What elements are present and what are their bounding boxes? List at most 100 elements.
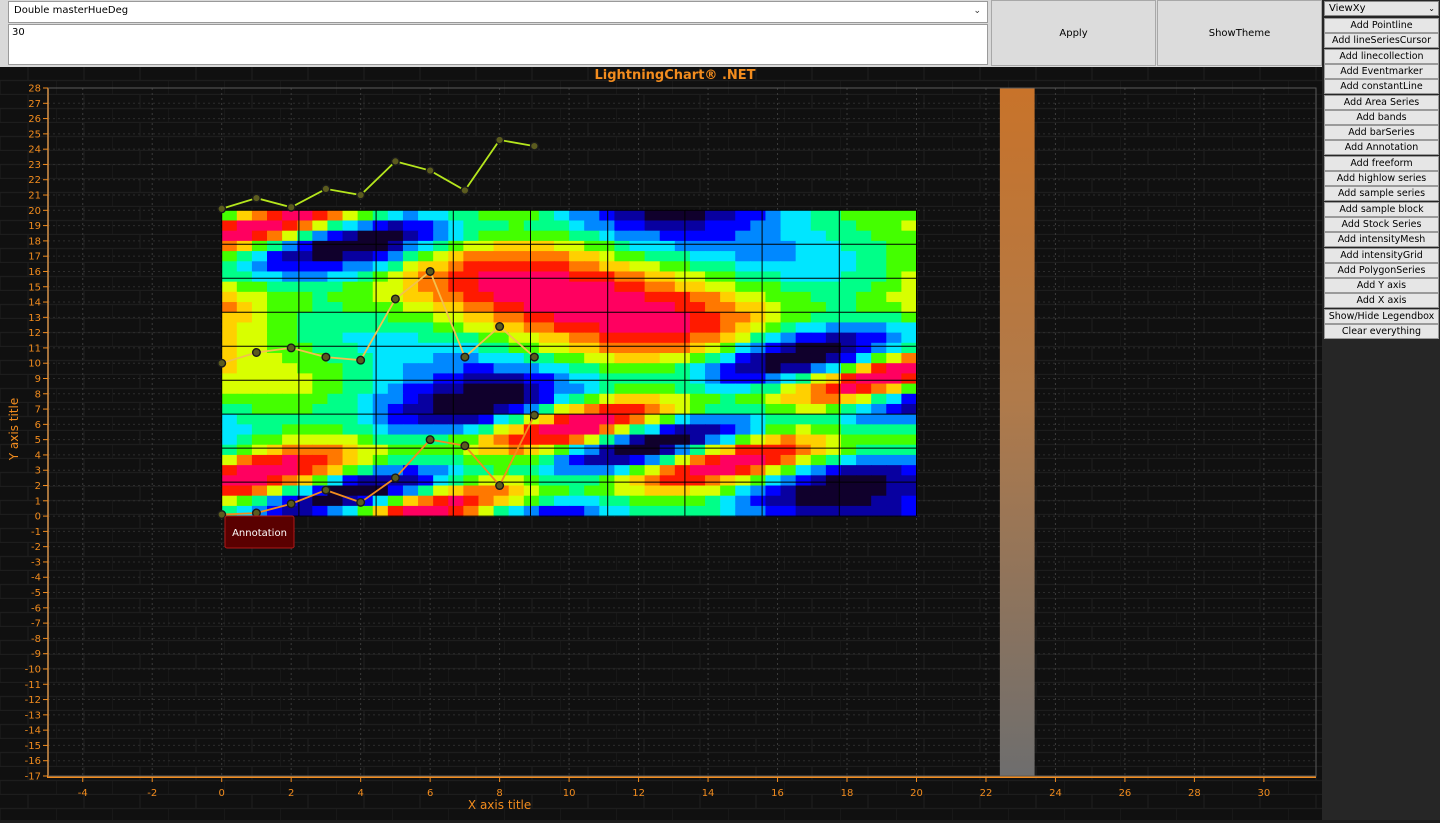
panel-button-add-freeform[interactable]: Add freeform bbox=[1324, 156, 1439, 171]
panel-button-add-pointline[interactable]: Add Pointline bbox=[1324, 18, 1439, 33]
intensity-cell bbox=[886, 424, 902, 435]
panel-button-add-sample-block[interactable]: Add sample block bbox=[1324, 202, 1439, 217]
panel-button-add-intensitygrid[interactable]: Add intensityGrid bbox=[1324, 248, 1439, 263]
y-tick-label: 4 bbox=[35, 450, 41, 461]
panel-button-clear-everything[interactable]: Clear everything bbox=[1324, 324, 1439, 339]
series-2-point[interactable] bbox=[496, 482, 504, 490]
band-rect[interactable] bbox=[1000, 88, 1035, 776]
panel-button-add-annotation[interactable]: Add Annotation bbox=[1324, 140, 1439, 155]
intensity-cell bbox=[267, 271, 283, 282]
series-1-point[interactable] bbox=[531, 353, 539, 361]
series-0-point[interactable] bbox=[496, 136, 504, 144]
intensity-cell bbox=[494, 302, 510, 313]
series-1-point[interactable] bbox=[357, 356, 365, 364]
apply-button[interactable]: Apply bbox=[991, 0, 1156, 66]
series-2-point[interactable] bbox=[531, 411, 539, 419]
series-0-point[interactable] bbox=[253, 194, 261, 202]
series-2-point[interactable] bbox=[287, 500, 295, 508]
intensity-cell bbox=[796, 231, 812, 242]
band[interactable] bbox=[1000, 88, 1035, 776]
panel-button-add-lineseriescursor[interactable]: Add lineSeriesCursor bbox=[1324, 33, 1439, 48]
series-1-point[interactable] bbox=[496, 323, 504, 331]
view-select[interactable]: ViewXy ⌄ bbox=[1324, 1, 1439, 16]
series-2-point[interactable] bbox=[357, 499, 365, 507]
series-2-point[interactable] bbox=[426, 436, 434, 444]
intensity-cell bbox=[403, 404, 419, 415]
x-tick-label: -2 bbox=[147, 788, 157, 799]
intensity-cell bbox=[584, 373, 600, 384]
series-2-point[interactable] bbox=[218, 511, 226, 519]
series-1-point[interactable] bbox=[253, 349, 261, 357]
series-1-point[interactable] bbox=[392, 295, 400, 303]
series-1-point[interactable] bbox=[461, 353, 469, 361]
intensity-cell bbox=[463, 292, 479, 303]
series-0-point[interactable] bbox=[322, 185, 330, 193]
y-tick-label: 19 bbox=[28, 221, 41, 232]
intensity-cell bbox=[539, 251, 555, 262]
chart-svg[interactable]: LightningChart® .NET Y axis title X axis… bbox=[0, 67, 1322, 820]
intensity-cell bbox=[569, 465, 585, 476]
panel-button-add-polygonseries[interactable]: Add PolygonSeries bbox=[1324, 263, 1439, 278]
intensity-cell bbox=[614, 322, 630, 333]
series-0-point[interactable] bbox=[357, 191, 365, 199]
value-input[interactable]: 30 bbox=[8, 24, 988, 65]
panel-button-add-stock-series[interactable]: Add Stock Series bbox=[1324, 217, 1439, 232]
intensity-cell bbox=[524, 231, 540, 242]
intensity-cell bbox=[524, 251, 540, 262]
intensity-cell bbox=[901, 373, 917, 384]
series-0-point[interactable] bbox=[392, 158, 400, 166]
intensity-cell bbox=[675, 221, 691, 232]
intensity-cell bbox=[463, 475, 479, 486]
series-1-point[interactable] bbox=[218, 359, 226, 367]
chart-area[interactable]: LightningChart® .NET Y axis title X axis… bbox=[0, 67, 1322, 820]
series-1-point[interactable] bbox=[322, 353, 330, 361]
panel-button-add-highlow-series[interactable]: Add highlow series bbox=[1324, 171, 1439, 186]
intensity-cell bbox=[599, 394, 615, 405]
series-1-point[interactable] bbox=[426, 268, 434, 276]
intensity-cell bbox=[781, 475, 797, 486]
intensity-cell bbox=[901, 475, 917, 486]
intensity-cell bbox=[886, 251, 902, 262]
series-0-point[interactable] bbox=[218, 205, 226, 213]
intensity-cell bbox=[222, 414, 238, 425]
intensity-cell bbox=[796, 475, 812, 486]
y-tick-label: -14 bbox=[25, 726, 41, 737]
show-theme-button[interactable]: ShowTheme bbox=[1157, 0, 1322, 66]
intensity-cell bbox=[267, 353, 283, 364]
series-2-point[interactable] bbox=[392, 474, 400, 482]
panel-button-add-x-axis[interactable]: Add X axis bbox=[1324, 293, 1439, 308]
intensity-cell bbox=[494, 445, 510, 456]
intensity-cell bbox=[569, 394, 585, 405]
intensity-cell bbox=[252, 465, 268, 476]
intensity-cell bbox=[463, 210, 479, 221]
panel-button-add-linecollection[interactable]: Add linecollection bbox=[1324, 49, 1439, 64]
panel-button-add-eventmarker[interactable]: Add Eventmarker bbox=[1324, 64, 1439, 79]
panel-button-add-bands[interactable]: Add bands bbox=[1324, 110, 1439, 125]
series-0-point[interactable] bbox=[287, 203, 295, 211]
y-tick-label: 20 bbox=[28, 206, 41, 217]
intensity-cell bbox=[252, 363, 268, 374]
panel-button-add-constantline[interactable]: Add constantLine bbox=[1324, 79, 1439, 94]
series-0-point[interactable] bbox=[531, 142, 539, 150]
intensity-cell bbox=[554, 292, 570, 303]
series-0-point[interactable] bbox=[461, 187, 469, 195]
panel-button-add-y-axis[interactable]: Add Y axis bbox=[1324, 278, 1439, 293]
series-1-point[interactable] bbox=[287, 344, 295, 352]
intensity-cell bbox=[509, 343, 525, 354]
series-2-point[interactable] bbox=[322, 486, 330, 494]
series-2-point[interactable] bbox=[461, 442, 469, 450]
intensity-cell bbox=[267, 435, 283, 446]
panel-button-add-barseries[interactable]: Add barSeries bbox=[1324, 125, 1439, 140]
panel-button-show-hide-legendbox[interactable]: Show/Hide Legendbox bbox=[1324, 309, 1439, 324]
intensity-cell bbox=[237, 486, 253, 497]
intensity-cell bbox=[478, 384, 494, 395]
intensity-cell bbox=[388, 445, 404, 456]
series-0-point[interactable] bbox=[426, 167, 434, 175]
intensity-cell bbox=[373, 486, 389, 497]
panel-button-add-area-series[interactable]: Add Area Series bbox=[1324, 95, 1439, 110]
intensity-cell bbox=[539, 496, 555, 507]
intensity-cell bbox=[463, 333, 479, 344]
property-select[interactable]: Double masterHueDeg ⌄ bbox=[8, 1, 988, 23]
panel-button-add-intensitymesh[interactable]: Add intensityMesh bbox=[1324, 232, 1439, 247]
panel-button-add-sample-series[interactable]: Add sample series bbox=[1324, 186, 1439, 201]
